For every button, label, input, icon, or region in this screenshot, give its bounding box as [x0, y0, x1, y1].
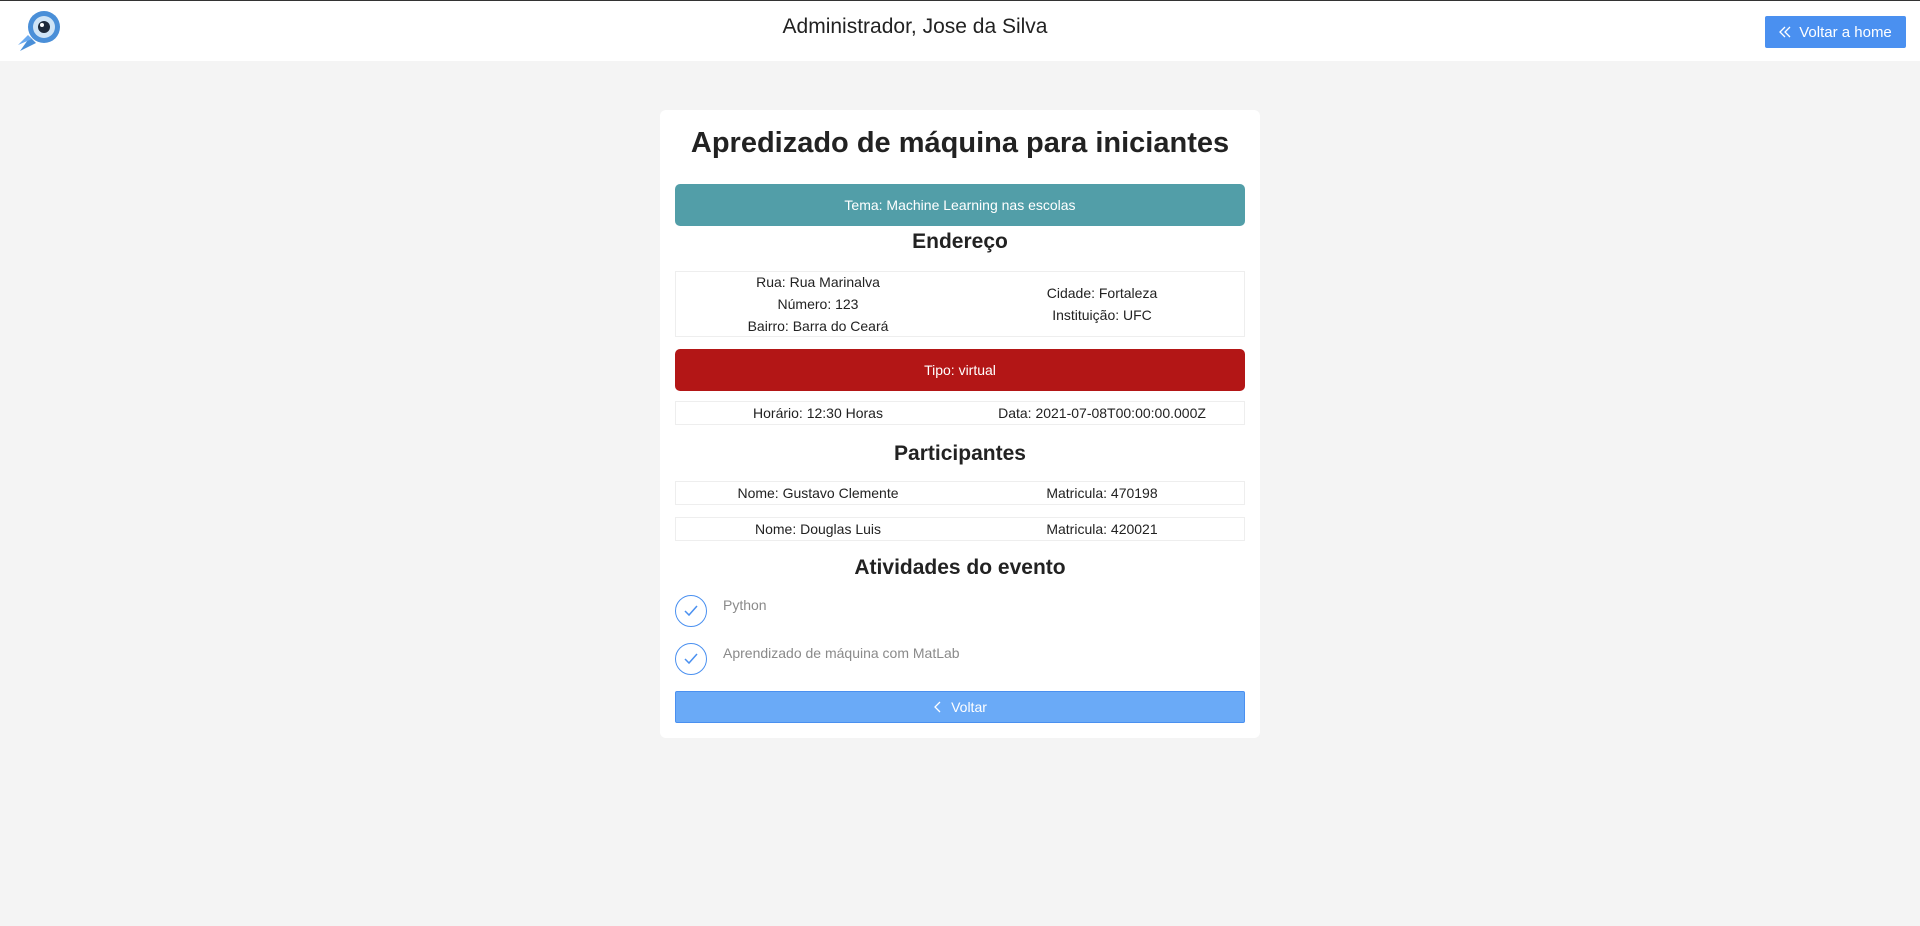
activity-item: Aprendizado de máquina com MatLab: [675, 643, 1245, 675]
address-institution: Instituição: UFC: [1052, 307, 1152, 323]
address-right-column: Cidade: Fortaleza Instituição: UFC: [960, 272, 1244, 336]
event-time: Horário: 12:30 Horas: [753, 405, 883, 421]
chevron-left-icon: [934, 701, 941, 713]
participant-row: Nome: Douglas Luis Matricula: 420021: [675, 517, 1245, 541]
event-theme-banner: Tema: Machine Learning nas escolas: [675, 184, 1245, 226]
double-chevron-left-icon: [1779, 26, 1791, 38]
address-left-column: Rua: Rua Marinalva Número: 123 Bairro: B…: [676, 272, 960, 336]
event-theme-text: Tema: Machine Learning nas escolas: [844, 197, 1076, 213]
address-number: Número: 123: [777, 296, 859, 312]
event-type-banner: Tipo: virtual: [675, 349, 1245, 391]
back-button-label: Voltar: [951, 699, 987, 715]
participant-row: Nome: Gustavo Clemente Matricula: 470198: [675, 481, 1245, 505]
check-circle-icon: [675, 595, 707, 627]
address-box: Rua: Rua Marinalva Número: 123 Bairro: B…: [675, 271, 1245, 337]
activities-heading: Atividades do evento: [854, 556, 1066, 579]
participant-id: Matricula: 420021: [1046, 521, 1158, 537]
address-district: Bairro: Barra do Ceará: [747, 318, 889, 334]
event-title: Apredizado de máquina para iniciantes: [690, 127, 1230, 159]
address-city: Cidade: Fortaleza: [1046, 285, 1158, 301]
back-button[interactable]: Voltar: [675, 691, 1245, 723]
activity-item: Python: [675, 595, 1245, 627]
address-heading: Endereço: [912, 230, 1008, 253]
address-street: Rua: Rua Marinalva: [756, 274, 880, 290]
event-detail-card: Apredizado de máquina para iniciantes Te…: [660, 110, 1260, 738]
schedule-row: Horário: 12:30 Horas Data: 2021-07-08T00…: [675, 401, 1245, 425]
back-to-home-label: Voltar a home: [1799, 23, 1892, 41]
back-to-home-button[interactable]: Voltar a home: [1765, 16, 1906, 48]
participant-name: Nome: Douglas Luis: [754, 521, 882, 537]
event-type-text: Tipo: virtual: [924, 362, 996, 378]
top-header: Administrador, Jose da Silva Voltar a ho…: [0, 0, 1920, 61]
header-user-title: Administrador, Jose da Silva: [782, 15, 1048, 38]
activity-label: Aprendizado de máquina com MatLab: [723, 645, 960, 661]
participant-id: Matricula: 470198: [1046, 485, 1158, 501]
participants-heading: Participantes: [894, 442, 1026, 465]
event-date: Data: 2021-07-08T00:00:00.000Z: [998, 405, 1206, 421]
activity-label: Python: [723, 597, 767, 613]
participant-name: Nome: Gustavo Clemente: [737, 485, 899, 501]
check-circle-icon: [675, 643, 707, 675]
